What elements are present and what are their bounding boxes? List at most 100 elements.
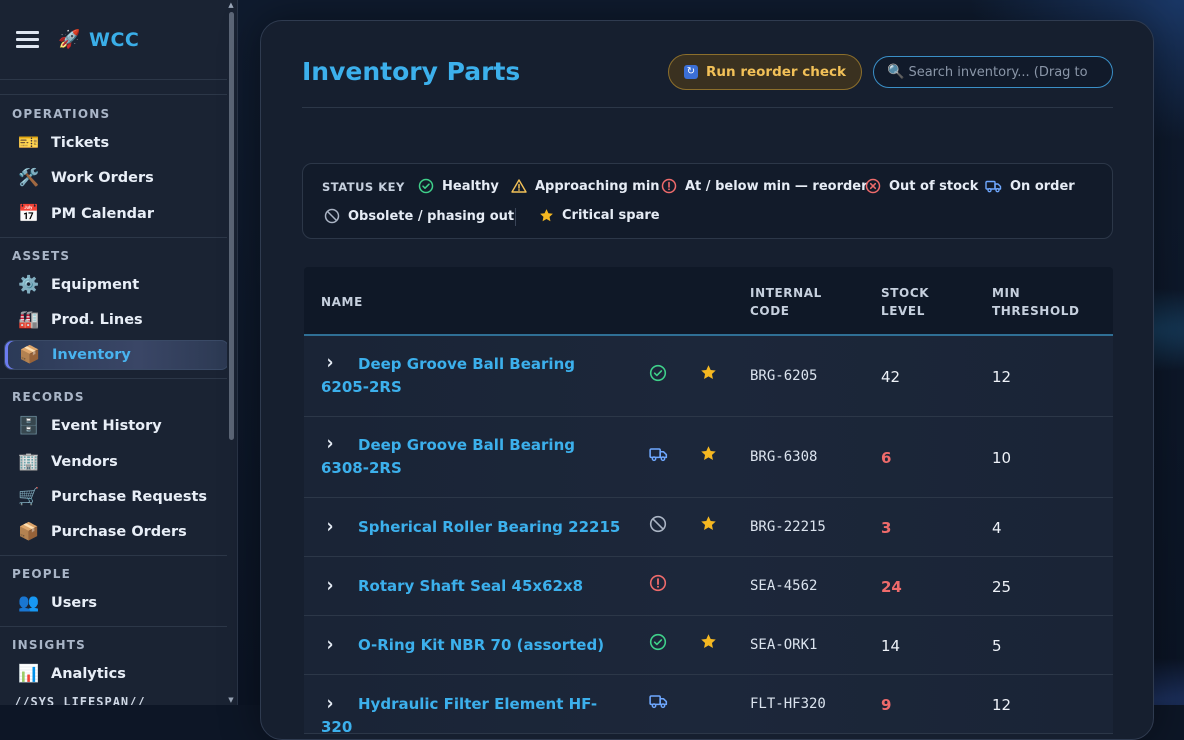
sidebar-section-divider bbox=[0, 94, 230, 95]
status-key-obsolete-label: Obsolete / phasing out bbox=[348, 209, 514, 224]
sidebar-item-label: PM Calendar bbox=[51, 206, 154, 222]
star-icon bbox=[539, 208, 554, 223]
min-threshold: 12 bbox=[992, 368, 1011, 386]
table-row[interactable]: ›Deep Groove Ball Bearing 6308-2RSBRG-63… bbox=[304, 417, 1113, 498]
status-key-out-of-stock: Out of stock bbox=[865, 178, 978, 194]
star-icon bbox=[700, 364, 718, 382]
stock-level: 6 bbox=[881, 449, 891, 467]
page-title: Inventory Parts bbox=[302, 57, 520, 86]
internal-code: BRG-6308 bbox=[750, 449, 817, 465]
brand-name[interactable]: WCC bbox=[89, 29, 139, 51]
sidebar-footer-text: //SYS LIFESPAN// bbox=[14, 695, 146, 705]
min-threshold: 4 bbox=[992, 519, 1002, 537]
sidebar-item-event-history[interactable]: 🗄️Event History bbox=[4, 411, 229, 441]
table-row[interactable]: ›Rotary Shaft Seal 45x62x8SEA-45622425 bbox=[304, 557, 1113, 616]
stock-level: 9 bbox=[881, 696, 891, 714]
column-header-name[interactable]: NAME bbox=[321, 267, 363, 336]
column-header-min-threshold[interactable]: MINTHRESHOLD bbox=[992, 267, 1080, 336]
stock-level: 42 bbox=[881, 368, 900, 386]
x-circle-icon bbox=[865, 178, 881, 194]
scroll-up-arrow-icon[interactable]: ▲ bbox=[227, 0, 235, 10]
part-name-link[interactable]: Rotary Shaft Seal 45x62x8 bbox=[321, 575, 621, 598]
sidebar: 🚀 WCC OPERATIONS🎫Tickets🛠️Work Orders📅PM… bbox=[0, 0, 238, 705]
status-key-critical-spare: Critical spare bbox=[539, 208, 660, 223]
package-icon: 📦 bbox=[17, 344, 43, 366]
sidebar-item-label: Purchase Orders bbox=[51, 524, 187, 540]
internal-code: BRG-6205 bbox=[750, 368, 817, 384]
part-name-link[interactable]: Hydraulic Filter Element HF-320 bbox=[321, 693, 621, 739]
tools-icon: 🛠️ bbox=[16, 167, 42, 189]
run-reorder-check-button[interactable]: ↻ Run reorder check bbox=[668, 54, 862, 90]
exclamation-circle-icon bbox=[649, 574, 667, 592]
sidebar-section-title: INSIGHTS bbox=[12, 638, 86, 652]
status-key-on-order: On order bbox=[985, 178, 1075, 194]
status-key-obsolete: Obsolete / phasing out bbox=[324, 208, 514, 224]
sidebar-item-label: Users bbox=[51, 595, 97, 611]
sidebar-item-inventory[interactable]: 📦Inventory bbox=[4, 340, 229, 370]
office-building-icon: 🏢 bbox=[16, 451, 42, 473]
part-name-link[interactable]: O-Ring Kit NBR 70 (assorted) bbox=[321, 634, 621, 657]
warning-triangle-icon bbox=[511, 178, 527, 194]
sidebar-section-divider bbox=[0, 626, 230, 627]
hamburger-menu-icon[interactable] bbox=[16, 28, 40, 52]
sidebar-item-label: Purchase Requests bbox=[51, 489, 207, 505]
table-row[interactable]: ›Spherical Roller Bearing 22215BRG-22215… bbox=[304, 498, 1113, 557]
star-icon bbox=[700, 515, 718, 533]
check-circle-icon bbox=[418, 178, 434, 194]
scrollbar-thumb[interactable] bbox=[229, 12, 234, 440]
table-header: NAME INTERNALCODE STOCKLEVEL MINTHRESHOL… bbox=[304, 267, 1113, 336]
sidebar-item-prod-lines[interactable]: 🏭Prod. Lines bbox=[4, 305, 229, 335]
gear-icon: ⚙️ bbox=[16, 274, 42, 296]
sidebar-header: 🚀 WCC bbox=[0, 0, 230, 80]
status-key-out-of-stock-label: Out of stock bbox=[889, 179, 978, 194]
search-input[interactable] bbox=[908, 65, 1088, 80]
table-row[interactable]: ›O-Ring Kit NBR 70 (assorted)SEA-ORK1145 bbox=[304, 616, 1113, 675]
min-threshold: 10 bbox=[992, 449, 1011, 467]
sidebar-item-label: Equipment bbox=[51, 277, 139, 293]
status-key-approaching-min: Approaching min bbox=[511, 178, 660, 194]
status-key-reorder-label: At / below min — reorder bbox=[685, 179, 868, 194]
sidebar-item-users[interactable]: 👥Users bbox=[4, 588, 229, 618]
sidebar-section-title: PEOPLE bbox=[12, 567, 71, 581]
sidebar-item-pm-calendar[interactable]: 📅PM Calendar bbox=[4, 199, 229, 229]
part-name-link[interactable]: Spherical Roller Bearing 22215 bbox=[321, 516, 621, 539]
internal-code: FLT-HF320 bbox=[750, 696, 826, 712]
sidebar-section-title: RECORDS bbox=[12, 390, 85, 404]
scroll-down-arrow-icon[interactable]: ▼ bbox=[227, 695, 235, 705]
search-icon: 🔍 bbox=[887, 65, 904, 79]
bar-chart-icon: 📊 bbox=[16, 663, 42, 685]
check-circle-icon bbox=[649, 633, 667, 651]
column-header-stock-level[interactable]: STOCKLEVEL bbox=[881, 267, 929, 336]
internal-code: SEA-ORK1 bbox=[750, 637, 817, 653]
sidebar-item-label: Vendors bbox=[51, 454, 118, 470]
sidebar-item-work-orders[interactable]: 🛠️ Work Orders bbox=[4, 163, 229, 193]
internal-code: BRG-22215 bbox=[750, 519, 826, 535]
factory-icon: 🏭 bbox=[16, 309, 42, 331]
column-header-internal-code[interactable]: INTERNALCODE bbox=[750, 267, 822, 336]
stock-level: 24 bbox=[881, 578, 902, 596]
sidebar-item-label: Analytics bbox=[51, 666, 126, 682]
sidebar-item-label: Event History bbox=[51, 418, 162, 434]
status-key-on-order-label: On order bbox=[1010, 179, 1075, 194]
sidebar-item-equipment[interactable]: ⚙️ Equipment bbox=[4, 270, 229, 300]
star-icon bbox=[700, 633, 718, 651]
part-name-link[interactable]: Deep Groove Ball Bearing 6205-2RS bbox=[321, 353, 621, 399]
search-box[interactable]: 🔍 bbox=[873, 56, 1113, 88]
sidebar-item-label: Work Orders bbox=[51, 170, 154, 186]
sidebar-section-divider bbox=[0, 378, 230, 379]
sidebar-item-label: Tickets bbox=[51, 135, 109, 151]
table-row[interactable]: ›Deep Groove Ball Bearing 6205-2RSBRG-62… bbox=[304, 336, 1113, 417]
sidebar-item-analytics[interactable]: 📊 Analytics bbox=[4, 659, 229, 689]
status-key-healthy-label: Healthy bbox=[442, 179, 499, 194]
title-divider bbox=[302, 107, 1113, 108]
check-circle-icon bbox=[649, 364, 667, 382]
sidebar-item-purchase-orders[interactable]: 📦Purchase Orders bbox=[4, 517, 229, 547]
sidebar-item-purchase-requests[interactable]: 🛒Purchase Requests bbox=[4, 482, 229, 512]
sidebar-item-vendors[interactable]: 🏢 Vendors bbox=[4, 447, 229, 477]
prohibited-icon bbox=[649, 515, 667, 533]
part-name-link[interactable]: Deep Groove Ball Bearing 6308-2RS bbox=[321, 434, 621, 480]
sidebar-item-tickets[interactable]: 🎫Tickets bbox=[4, 128, 229, 158]
sidebar-section-divider bbox=[0, 555, 230, 556]
inventory-table: NAME INTERNALCODE STOCKLEVEL MINTHRESHOL… bbox=[304, 267, 1113, 734]
sidebar-scrollbar[interactable]: ▲ ▼ bbox=[227, 0, 235, 705]
